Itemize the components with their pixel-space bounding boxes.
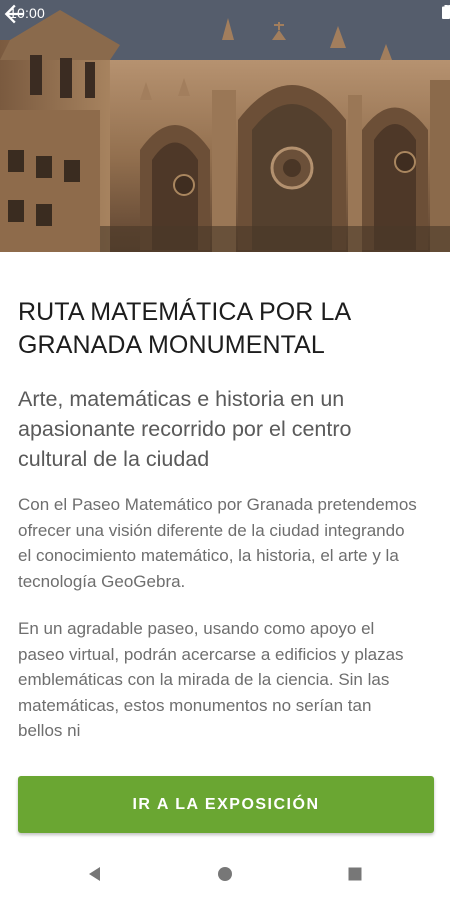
- go-to-exhibition-button[interactable]: IR A LA EXPOSICIÓN: [18, 776, 434, 833]
- article-content: RUTA MATEMÁTICA POR LA GRANADA MONUMENTA…: [18, 296, 418, 744]
- back-triangle-icon[interactable]: [86, 865, 104, 883]
- article-subtitle: Arte, matemáticas e historia en un apasi…: [18, 387, 352, 471]
- article-paragraph: En un agradable paseo, usando como apoyo…: [18, 619, 404, 740]
- home-circle-icon[interactable]: [216, 865, 234, 883]
- article-paragraph: Con el Paseo Matemático por Granada pret…: [18, 495, 417, 591]
- article-title: RUTA MATEMÁTICA POR LA GRANADA MONUMENTA…: [18, 298, 350, 359]
- system-navigation-bar: [0, 848, 450, 900]
- recents-square-icon[interactable]: [346, 865, 364, 883]
